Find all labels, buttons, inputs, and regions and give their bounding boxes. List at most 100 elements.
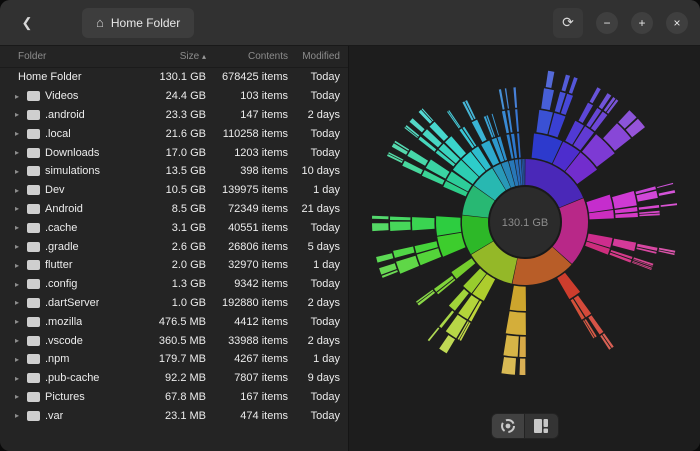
chart-segment[interactable] xyxy=(661,203,678,207)
chart-segment[interactable] xyxy=(372,216,389,219)
chart-segment[interactable] xyxy=(372,223,389,231)
chart-segment[interactable] xyxy=(437,233,465,257)
maximize-button[interactable]: + xyxy=(631,12,653,34)
table-row[interactable]: ▸Videos24.4 GB103 itemsToday xyxy=(0,87,348,106)
expander-icon[interactable]: ▸ xyxy=(12,298,22,307)
table-row[interactable]: ▸.dartServer1.0 GB192880 items2 days xyxy=(0,294,348,313)
chart-segment[interactable] xyxy=(639,211,660,214)
chart-segment[interactable] xyxy=(407,150,428,166)
chart-segment[interactable] xyxy=(615,213,638,218)
chart-segment[interactable] xyxy=(517,133,521,158)
chart-segment[interactable] xyxy=(439,335,455,353)
chart-segment[interactable] xyxy=(520,359,526,376)
chart-segment[interactable] xyxy=(639,213,659,216)
chart-segment[interactable] xyxy=(393,247,414,258)
chart-segment[interactable] xyxy=(546,71,555,88)
table-row[interactable]: ▸.config1.3 GB9342 itemsToday xyxy=(0,275,348,294)
table-row[interactable]: ▸.cache3.1 GB40551 itemsToday xyxy=(0,218,348,237)
table-row[interactable]: ▸Pictures67.8 MB167 itemsToday xyxy=(0,388,348,407)
expander-icon[interactable]: ▸ xyxy=(12,186,22,195)
chart-segment[interactable] xyxy=(541,88,554,110)
chart-segment[interactable] xyxy=(505,88,509,108)
chart-segment[interactable] xyxy=(428,327,440,341)
back-button[interactable]: ❮ xyxy=(12,8,42,38)
table-row[interactable]: ▸.vscode360.5 MB33988 items2 days xyxy=(0,331,348,350)
expander-icon[interactable]: ▸ xyxy=(12,317,22,326)
chart-segment[interactable] xyxy=(404,127,418,138)
expander-icon[interactable]: ▸ xyxy=(12,148,22,157)
column-size[interactable]: Size ▴ xyxy=(144,51,210,62)
chart-segment[interactable] xyxy=(447,111,460,128)
chart-segment[interactable] xyxy=(513,87,517,108)
chart-segment[interactable] xyxy=(412,217,435,230)
refresh-button[interactable]: ⟳ xyxy=(553,8,583,38)
chart-segment[interactable] xyxy=(472,120,487,143)
folder-name: .config xyxy=(45,278,77,290)
chart-segment[interactable] xyxy=(612,191,637,209)
chart-segment[interactable] xyxy=(501,357,516,375)
table-row[interactable]: ▸Android8.5 GB72349 items21 days xyxy=(0,200,348,219)
close-button[interactable]: × xyxy=(666,12,688,34)
chart-segment[interactable] xyxy=(390,222,411,231)
table-row[interactable]: ▸flutter2.0 GB32970 items1 day xyxy=(0,256,348,275)
chart-segment[interactable] xyxy=(396,256,419,274)
chart-segment[interactable] xyxy=(562,75,571,92)
chart-segment[interactable] xyxy=(590,87,601,103)
chart-segment[interactable] xyxy=(557,273,580,299)
table-row[interactable]: ▸Downloads17.0 GB1203 itemsToday xyxy=(0,143,348,162)
treemap-view-button[interactable] xyxy=(525,413,559,439)
chart-segment[interactable] xyxy=(515,109,519,131)
table-row[interactable]: Home Folder130.1 GB678425 itemsToday xyxy=(0,68,348,87)
expander-icon[interactable]: ▸ xyxy=(12,355,22,364)
expander-icon[interactable]: ▸ xyxy=(12,223,22,232)
table-row[interactable]: ▸simulations13.5 GB398 items10 days xyxy=(0,162,348,181)
table-row[interactable]: ▸.pub-cache92.2 MB7807 items9 days xyxy=(0,369,348,388)
contents-cell: 4412 items xyxy=(210,316,292,328)
chart-segment[interactable] xyxy=(417,291,435,305)
chart-segment[interactable] xyxy=(506,311,526,335)
folder-name: .android xyxy=(45,109,85,121)
chart-segment[interactable] xyxy=(436,216,461,236)
expander-icon[interactable]: ▸ xyxy=(12,280,22,289)
expander-icon[interactable]: ▸ xyxy=(12,336,22,345)
chart-segment[interactable] xyxy=(503,335,518,357)
expander-icon[interactable]: ▸ xyxy=(12,411,22,420)
chart-segment[interactable] xyxy=(390,217,411,221)
expander-icon[interactable]: ▸ xyxy=(12,92,22,101)
expander-icon[interactable]: ▸ xyxy=(12,242,22,251)
table-row[interactable]: ▸.mozilla476.5 MB4412 itemsToday xyxy=(0,312,348,331)
location-button[interactable]: ⌂ Home Folder xyxy=(82,8,194,38)
table-row[interactable]: ▸blogs22.9 MB47 itemsToday xyxy=(0,425,348,429)
chart-segment[interactable] xyxy=(657,183,673,188)
table-row[interactable]: ▸Dev10.5 GB139975 items1 day xyxy=(0,181,348,200)
expander-icon[interactable]: ▸ xyxy=(12,261,22,270)
table-row[interactable]: ▸.android23.3 GB147 items2 days xyxy=(0,106,348,125)
column-contents[interactable]: Contents xyxy=(210,51,292,62)
sunburst-chart[interactable]: 130.1 GB xyxy=(349,46,700,451)
chart-segment[interactable] xyxy=(376,253,393,262)
expander-icon[interactable]: ▸ xyxy=(12,374,22,383)
chart-segment[interactable] xyxy=(639,205,660,210)
chart-segment[interactable] xyxy=(569,77,578,94)
expander-icon[interactable]: ▸ xyxy=(12,392,22,401)
rings-view-button[interactable] xyxy=(491,413,525,439)
table-row[interactable]: ▸.var23.1 MB474 itemsToday xyxy=(0,406,348,425)
chart-segment[interactable] xyxy=(519,337,526,358)
expander-icon[interactable]: ▸ xyxy=(12,204,22,213)
table-row[interactable]: ▸.gradle2.6 GB26806 items5 days xyxy=(0,237,348,256)
minimize-button[interactable]: − xyxy=(596,12,618,34)
table-row[interactable]: ▸.local21.6 GB110258 itemsToday xyxy=(0,124,348,143)
expander-icon[interactable]: ▸ xyxy=(12,110,22,119)
expander-icon[interactable]: ▸ xyxy=(12,167,22,176)
chart-segment[interactable] xyxy=(587,195,614,213)
table-row[interactable]: ▸.npm179.7 MB4267 items1 day xyxy=(0,350,348,369)
column-modified[interactable]: Modified xyxy=(292,51,348,62)
chart-segment[interactable] xyxy=(499,89,505,110)
column-folder[interactable]: Folder xyxy=(0,51,144,62)
expander-icon[interactable]: ▸ xyxy=(12,129,22,138)
chart-segment[interactable] xyxy=(510,286,526,311)
chart-segment[interactable] xyxy=(613,239,637,252)
chart-segment[interactable] xyxy=(451,258,475,279)
chart-segment[interactable] xyxy=(448,110,460,127)
chart-segment[interactable] xyxy=(659,190,676,196)
